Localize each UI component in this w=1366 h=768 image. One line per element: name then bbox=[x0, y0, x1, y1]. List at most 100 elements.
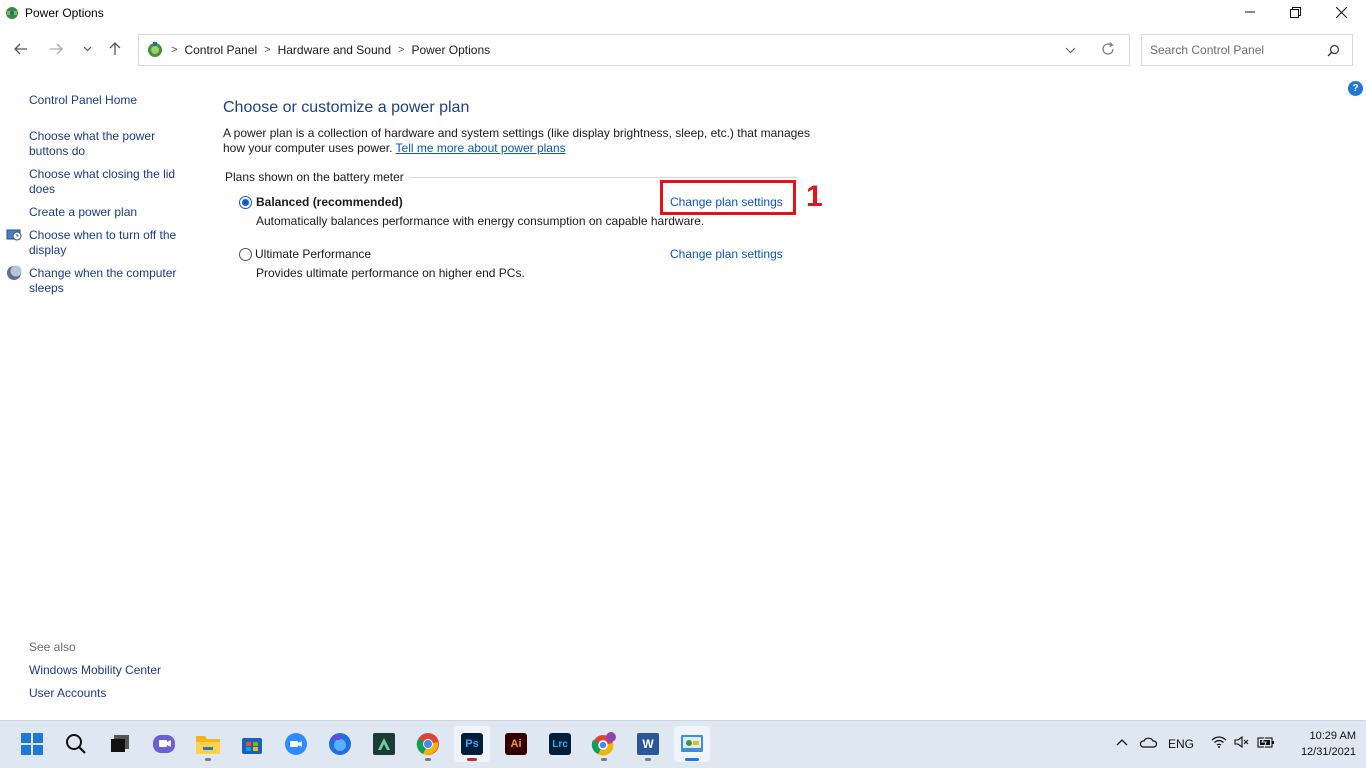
word-icon: W bbox=[637, 733, 659, 755]
plan-balanced-radio[interactable] bbox=[239, 196, 252, 209]
minimize-icon bbox=[1245, 11, 1255, 13]
sidebar-item-control-panel-home[interactable]: Control Panel Home bbox=[29, 93, 199, 108]
sidebar-item-power-buttons[interactable]: Choose what the power buttons do bbox=[29, 129, 169, 159]
chevron-right-icon: > bbox=[171, 44, 178, 56]
task-view-button[interactable] bbox=[102, 726, 138, 762]
store-icon bbox=[242, 738, 262, 754]
sidebar-item-turn-off-display[interactable]: Choose when to turn off the display bbox=[29, 228, 189, 258]
control-panel-icon bbox=[148, 42, 162, 57]
annotation-highlight-box bbox=[660, 180, 796, 215]
page-description: A power plan is a collection of hardware… bbox=[223, 126, 813, 156]
chevron-down-icon bbox=[1065, 47, 1076, 54]
close-button[interactable] bbox=[1318, 0, 1364, 24]
lightroom-icon: Lrc bbox=[549, 733, 571, 755]
chrome-profile-icon bbox=[591, 732, 616, 756]
chevron-up-icon[interactable] bbox=[1116, 738, 1128, 746]
photoshop-button[interactable]: Ps bbox=[454, 726, 490, 762]
taskbar-search-button[interactable] bbox=[58, 726, 94, 762]
plan-balanced-description: Automatically balances performance with … bbox=[256, 214, 705, 228]
annotation-number: 1 bbox=[806, 180, 823, 213]
learn-more-link[interactable]: Tell me more about power plans bbox=[396, 141, 566, 155]
clock-time: 10:29 AM bbox=[1309, 730, 1356, 742]
help-button[interactable]: ? bbox=[1348, 81, 1363, 96]
arrow-right-icon bbox=[50, 43, 63, 55]
plan-ultimate-description: Provides ultimate performance on higher … bbox=[256, 266, 525, 280]
window-title: Power Options bbox=[25, 6, 104, 20]
search-icon bbox=[66, 734, 86, 754]
forward-button[interactable] bbox=[45, 38, 67, 60]
sidebar-item-closing-lid[interactable]: Choose what closing the lid does bbox=[29, 167, 189, 197]
change-plan-settings-ultimate-link[interactable]: Change plan settings bbox=[670, 247, 783, 261]
firefox-button[interactable] bbox=[322, 726, 358, 762]
search-box[interactable] bbox=[1141, 34, 1353, 66]
recent-locations-button[interactable] bbox=[76, 38, 98, 60]
address-bar[interactable]: > Control Panel > Hardware and Sound > P… bbox=[138, 34, 1130, 66]
address-history-button[interactable] bbox=[1065, 43, 1076, 57]
control-panel-taskbar-button[interactable] bbox=[674, 726, 710, 762]
active-indicator bbox=[685, 758, 699, 761]
file-explorer-button[interactable] bbox=[190, 726, 226, 762]
plan-balanced-name[interactable]: Balanced (recommended) bbox=[256, 195, 403, 209]
running-indicator bbox=[467, 758, 477, 761]
chevron-right-icon: > bbox=[398, 44, 405, 56]
plans-group-label: Plans shown on the battery meter bbox=[225, 170, 409, 184]
chrome-icon bbox=[416, 733, 439, 755]
start-icon bbox=[21, 733, 43, 755]
power-options-icon bbox=[6, 7, 18, 19]
chat-button[interactable] bbox=[146, 726, 182, 762]
see-also-mobility-center[interactable]: Windows Mobility Center bbox=[29, 663, 199, 678]
restore-button[interactable] bbox=[1272, 0, 1318, 24]
zoom-icon bbox=[285, 733, 307, 755]
lightroom-button[interactable]: Lrc bbox=[542, 726, 578, 762]
volume-muted-icon[interactable] bbox=[1234, 736, 1250, 748]
see-also-user-accounts[interactable]: User Accounts bbox=[29, 686, 199, 701]
word-button[interactable]: W bbox=[630, 726, 666, 762]
chat-icon bbox=[153, 735, 175, 753]
chrome-profile-button[interactable] bbox=[586, 726, 622, 762]
search-icon bbox=[1327, 44, 1340, 57]
arrow-up-icon bbox=[109, 42, 121, 55]
store-button[interactable] bbox=[234, 726, 270, 762]
running-indicator bbox=[205, 758, 211, 761]
up-button[interactable] bbox=[104, 38, 126, 60]
chevron-down-icon bbox=[83, 46, 91, 52]
breadcrumb-control-panel[interactable]: Control Panel bbox=[184, 43, 257, 57]
chevron-right-icon: > bbox=[264, 44, 271, 56]
arrow-left-icon bbox=[14, 43, 27, 55]
chrome-button[interactable] bbox=[410, 726, 446, 762]
moon-icon bbox=[7, 265, 22, 280]
zoom-button[interactable] bbox=[278, 726, 314, 762]
start-button[interactable] bbox=[14, 726, 50, 762]
clock-date: 12/31/2021 bbox=[1300, 746, 1356, 758]
plan-ultimate-name[interactable]: Ultimate Performance bbox=[255, 247, 371, 261]
onedrive-cloud-icon[interactable] bbox=[1139, 736, 1157, 748]
display-clock-icon bbox=[6, 229, 22, 241]
refresh-button[interactable] bbox=[1101, 42, 1115, 59]
language-indicator[interactable]: ENG bbox=[1168, 737, 1194, 751]
close-icon bbox=[1335, 6, 1347, 18]
running-indicator bbox=[645, 758, 651, 761]
app-button[interactable] bbox=[366, 726, 402, 762]
running-indicator bbox=[425, 758, 431, 761]
see-also-heading: See also bbox=[29, 640, 76, 654]
title-bar: Power Options bbox=[0, 0, 1366, 26]
breadcrumb-power-options[interactable]: Power Options bbox=[411, 43, 490, 57]
breadcrumb-hardware-and-sound[interactable]: Hardware and Sound bbox=[278, 43, 391, 57]
taskbar-clock[interactable]: 10:29 AM 12/31/2021 bbox=[1284, 728, 1356, 760]
control-panel-icon bbox=[681, 735, 703, 752]
search-input[interactable] bbox=[1150, 43, 1320, 57]
app-icon bbox=[373, 733, 395, 755]
sidebar-item-create-power-plan[interactable]: Create a power plan bbox=[29, 205, 199, 220]
firefox-icon bbox=[329, 733, 351, 755]
file-explorer-icon bbox=[196, 736, 220, 754]
illustrator-icon: Ai bbox=[505, 733, 527, 755]
wifi-icon[interactable] bbox=[1211, 736, 1227, 748]
plan-ultimate-radio[interactable] bbox=[239, 248, 252, 261]
battery-charging-icon[interactable] bbox=[1257, 736, 1275, 748]
minimize-button[interactable] bbox=[1227, 0, 1273, 24]
back-button[interactable] bbox=[10, 38, 32, 60]
sidebar-item-computer-sleeps[interactable]: Change when the computer sleeps bbox=[29, 266, 189, 296]
page-title: Choose or customize a power plan bbox=[223, 99, 470, 116]
illustrator-button[interactable]: Ai bbox=[498, 726, 534, 762]
photoshop-icon: Ps bbox=[461, 733, 483, 755]
